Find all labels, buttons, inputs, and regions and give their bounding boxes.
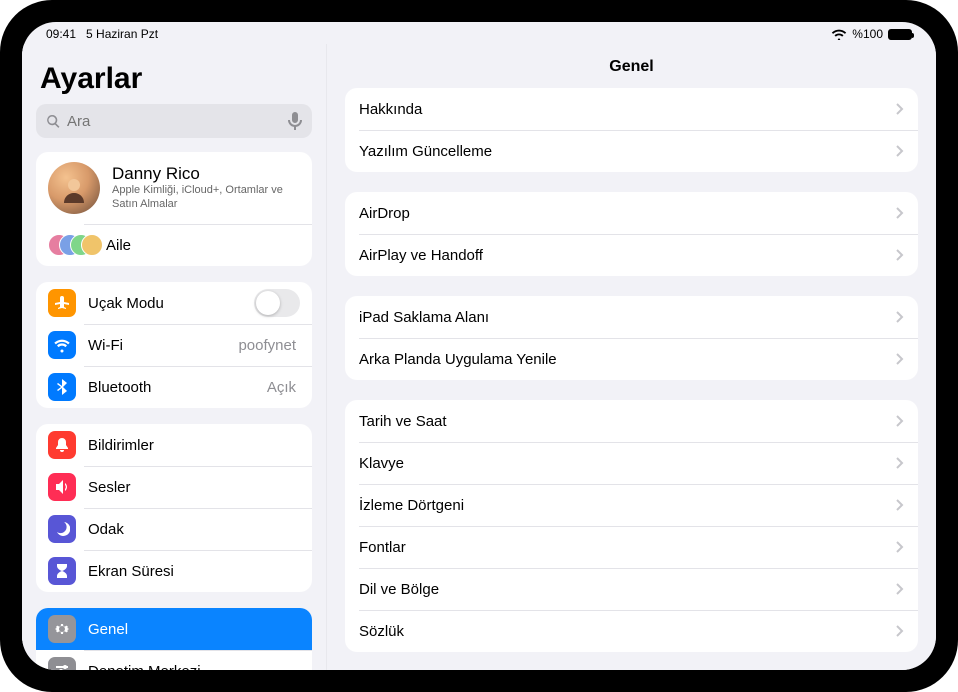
profile-subtitle: Apple Kimliği, iCloud+, Ortamlar ve Satı… [112,184,300,212]
row-dictionary[interactable]: Sözlük [345,610,918,652]
chevron-right-icon [896,499,904,511]
screen: 09:41 5 Haziran Pzt %100 Ayarlar [22,22,936,670]
hourglass-icon [48,557,76,585]
row-trackpad[interactable]: İzleme Dörtgeni [345,484,918,526]
row-language-region[interactable]: Dil ve Bölge [345,568,918,610]
airplane-icon [48,289,76,317]
sidebar-item-focus[interactable]: Odak [36,508,312,550]
speaker-icon [48,473,76,501]
group-input: Tarih ve Saat Klavye İzleme Dörtgeni [345,400,918,652]
battery-text: %100 [852,27,883,41]
status-time: 09:41 [46,27,76,41]
chevron-right-icon [896,415,904,427]
bluetooth-icon [48,373,76,401]
sidebar-item-general[interactable]: Genel [36,608,312,650]
chevron-right-icon [896,311,904,323]
gear-icon [48,615,76,643]
row-ipad-storage[interactable]: iPad Saklama Alanı [345,296,918,338]
group-storage: iPad Saklama Alanı Arka Planda Uygulama … [345,296,918,380]
row-airplay-handoff[interactable]: AirPlay ve Handoff [345,234,918,276]
connectivity-card: Uçak Modu Wi-Fi poofynet [36,282,312,408]
chevron-right-icon [896,583,904,595]
avatar [48,162,100,214]
status-left: 09:41 5 Haziran Pzt [46,27,158,41]
sidebar-item-notifications[interactable]: Bildirimler [36,424,312,466]
wifi-value: poofynet [238,337,296,354]
alerts-card: Bildirimler Sesler Odak [36,424,312,592]
group-about: Hakkında Yazılım Güncelleme [345,88,918,172]
content-split: Ayarlar Danny Rico Apple Kimliği, iC [22,44,936,670]
detail-title: Genel [327,44,936,88]
chevron-right-icon [896,541,904,553]
row-about[interactable]: Hakkında [345,88,918,130]
chevron-right-icon [896,457,904,469]
airplane-toggle[interactable] [254,289,300,317]
row-date-time[interactable]: Tarih ve Saat [345,400,918,442]
family-avatars [48,232,96,258]
chevron-right-icon [896,103,904,115]
sidebar-item-airplane[interactable]: Uçak Modu [36,282,312,324]
bell-icon [48,431,76,459]
sliders-icon [48,657,76,670]
detail-scroll[interactable]: Hakkında Yazılım Güncelleme AirDrop [327,88,936,670]
sidebar-item-family[interactable]: Aile [36,224,312,266]
status-bar: 09:41 5 Haziran Pzt %100 [22,22,936,44]
family-label: Aile [106,237,300,254]
chevron-right-icon [896,625,904,637]
chevron-right-icon [896,353,904,365]
row-keyboard[interactable]: Klavye [345,442,918,484]
sidebar-item-bluetooth[interactable]: Bluetooth Açık [36,366,312,408]
row-background-refresh[interactable]: Arka Planda Uygulama Yenile [345,338,918,380]
sidebar-item-controlcenter[interactable]: Denetim Merkezi [36,650,312,670]
status-right: %100 [831,27,912,41]
row-fonts[interactable]: Fontlar [345,526,918,568]
mic-icon[interactable] [288,112,302,130]
sidebar-item-appleid[interactable]: Danny Rico Apple Kimliği, iCloud+, Ortam… [36,152,312,224]
sidebar-item-wifi[interactable]: Wi-Fi poofynet [36,324,312,366]
system-card: Genel Denetim Merkezi [36,608,312,670]
memoji-icon [59,173,89,203]
search-field[interactable] [36,104,312,138]
profile-name: Danny Rico [112,164,300,184]
profile-card: Danny Rico Apple Kimliği, iCloud+, Ortam… [36,152,312,266]
settings-sidebar[interactable]: Ayarlar Danny Rico Apple Kimliği, iC [22,44,327,670]
page-title: Ayarlar [40,62,308,96]
row-airdrop[interactable]: AirDrop [345,192,918,234]
row-software-update[interactable]: Yazılım Güncelleme [345,130,918,172]
sidebar-item-screentime[interactable]: Ekran Süresi [36,550,312,592]
ipad-device-frame: 09:41 5 Haziran Pzt %100 Ayarlar [0,0,958,692]
sidebar-item-sounds[interactable]: Sesler [36,466,312,508]
chevron-right-icon [896,249,904,261]
wifi-icon [831,28,847,40]
chevron-right-icon [896,145,904,157]
battery-icon [888,29,912,40]
search-icon [46,114,61,129]
bluetooth-value: Açık [267,379,296,396]
wifi-settings-icon [48,331,76,359]
moon-icon [48,515,76,543]
group-airdrop: AirDrop AirPlay ve Handoff [345,192,918,276]
detail-pane: Genel Hakkında Yazılım Güncelleme [327,44,936,670]
chevron-right-icon [896,207,904,219]
status-date: 5 Haziran Pzt [86,27,158,41]
search-input[interactable] [61,113,288,130]
